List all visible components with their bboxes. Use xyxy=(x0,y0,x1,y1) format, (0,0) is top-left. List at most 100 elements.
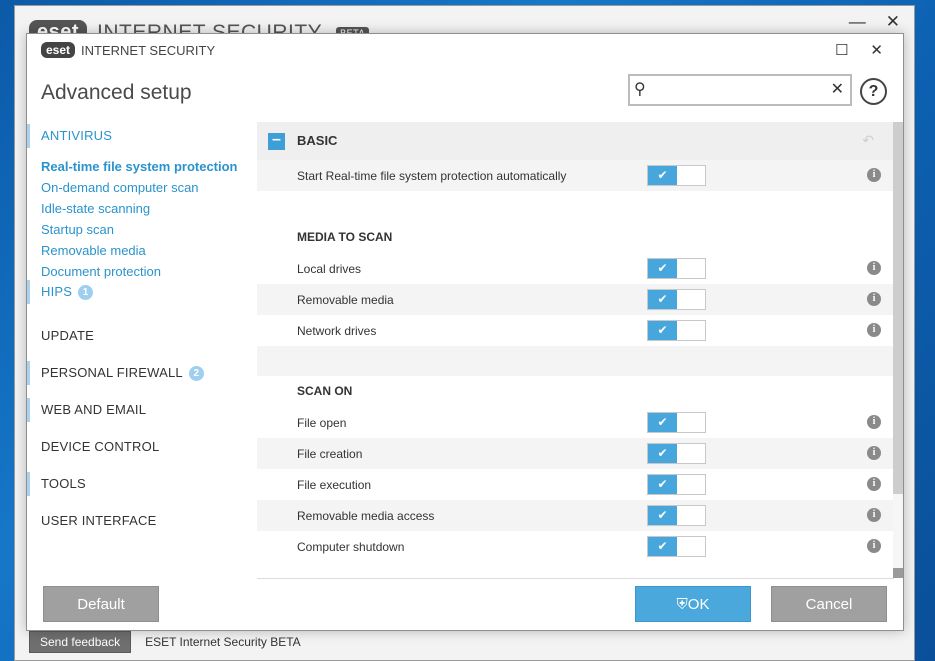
setting-row: File execution ✔ i xyxy=(257,469,894,500)
sidebar-item-user-interface[interactable]: USER INTERFACE xyxy=(27,509,156,533)
subheading-media-to-scan: MEDIA TO SCAN xyxy=(297,230,393,244)
setting-toggle[interactable]: ✔ xyxy=(647,289,706,310)
sidebar-item-label: TOOLS xyxy=(41,476,86,491)
ok-button[interactable]: ⛨OK xyxy=(635,586,751,622)
minimize-icon[interactable]: — xyxy=(849,12,866,32)
dialog-title: INTERNET SECURITY xyxy=(81,42,216,58)
sidebar-item-label: PERSONAL FIREWALL xyxy=(41,365,183,380)
section-header-basic[interactable]: – BASIC ↶ xyxy=(257,122,894,160)
info-icon[interactable]: i xyxy=(867,292,881,306)
setting-label: File execution xyxy=(297,478,372,492)
cancel-button[interactable]: Cancel xyxy=(771,586,887,622)
info-icon[interactable]: i xyxy=(867,508,881,522)
info-icon[interactable]: i xyxy=(867,415,881,429)
sidebar-item-device-control[interactable]: DEVICE CONTROL xyxy=(27,435,159,459)
sidebar-subitem-hips[interactable]: HIPS 1 xyxy=(27,280,94,304)
setting-toggle[interactable]: ✔ xyxy=(647,443,706,464)
info-icon[interactable]: i xyxy=(867,446,881,460)
check-icon: ✔ xyxy=(648,413,677,432)
setting-row: Start Real-time file system protection a… xyxy=(257,160,894,191)
notification-badge: 2 xyxy=(188,366,204,382)
sidebar-item-tools[interactable]: TOOLS xyxy=(27,472,86,496)
content-scrollbar[interactable] xyxy=(893,122,903,578)
check-icon: ✔ xyxy=(648,166,677,185)
sidebar-subitem-idle-state-scanning[interactable]: Idle-state scanning xyxy=(41,199,150,219)
revert-icon[interactable]: ↶ xyxy=(862,132,874,149)
setting-label: File creation xyxy=(297,447,363,461)
check-icon: ✔ xyxy=(648,321,677,340)
check-icon: ✔ xyxy=(648,444,677,463)
setting-toggle[interactable]: ✔ xyxy=(647,474,706,495)
check-icon: ✔ xyxy=(648,290,677,309)
setting-toggle[interactable]: ✔ xyxy=(647,258,706,279)
advanced-setup-dialog: eset INTERNET SECURITY ☐ ✕ Advanced setu… xyxy=(26,33,904,631)
setting-row: Computer shutdown ✔ i xyxy=(257,531,894,562)
setting-row: File creation ✔ i xyxy=(257,438,894,469)
sidebar-item-label: USER INTERFACE xyxy=(41,513,157,528)
sidebar-item-label: WEB AND EMAIL xyxy=(41,402,147,417)
setting-toggle[interactable]: ✔ xyxy=(647,536,706,557)
info-icon[interactable]: i xyxy=(867,168,881,182)
help-icon[interactable]: ? xyxy=(860,78,887,105)
divider xyxy=(257,578,894,579)
scrollbar-thumb[interactable] xyxy=(893,122,903,494)
settings-content: – BASIC ↶ Start Real-time file system pr… xyxy=(257,122,894,578)
sidebar-item-update[interactable]: UPDATE xyxy=(27,324,94,348)
clear-search-icon[interactable]: ✕ xyxy=(831,79,844,99)
check-icon: ✔ xyxy=(648,537,677,556)
check-icon: ✔ xyxy=(648,475,677,494)
background-window-controls: — ✕ xyxy=(849,12,900,32)
subheading-scan-on: SCAN ON xyxy=(297,384,353,398)
setting-label: Start Real-time file system protection a… xyxy=(297,169,567,183)
setting-toggle[interactable]: ✔ xyxy=(647,412,706,433)
close-icon[interactable]: ✕ xyxy=(870,41,883,59)
search-input[interactable] xyxy=(658,79,828,101)
info-icon[interactable]: i xyxy=(867,477,881,491)
sidebar-subitem-realtime-protection[interactable]: Real-time file system protection xyxy=(41,157,238,177)
setting-label: Local drives xyxy=(297,262,362,276)
sidebar-item-web-and-email[interactable]: WEB AND EMAIL xyxy=(27,398,146,422)
scrollbar-end[interactable] xyxy=(893,568,903,578)
dialog-titlebar[interactable]: eset INTERNET SECURITY ☐ ✕ xyxy=(27,34,903,66)
send-feedback-button[interactable]: Send feedback xyxy=(29,631,132,653)
ok-label: OK xyxy=(687,596,710,613)
info-icon[interactable]: i xyxy=(867,539,881,553)
setting-row: Removable media access ✔ i xyxy=(257,500,894,531)
search-box[interactable]: ⚲ ✕ xyxy=(628,74,852,106)
eset-logo: eset xyxy=(41,42,76,58)
info-icon[interactable]: i xyxy=(867,323,881,337)
sidebar-item-label: ANTIVIRUS xyxy=(41,128,113,143)
maximize-icon[interactable]: ☐ xyxy=(835,41,848,59)
info-icon[interactable]: i xyxy=(867,261,881,275)
notification-badge: 1 xyxy=(78,285,94,301)
setting-label: Computer shutdown xyxy=(297,540,405,554)
sidebar-subitem-startup-scan[interactable]: Startup scan xyxy=(41,220,114,240)
section-title: BASIC xyxy=(297,133,338,148)
sidebar-subitem-document-protection[interactable]: Document protection xyxy=(41,262,161,282)
setting-label: Removable media xyxy=(297,293,394,307)
sidebar-item-antivirus[interactable]: ANTIVIRUS xyxy=(27,124,112,148)
footer-product-text: ESET Internet Security BETA xyxy=(145,635,301,649)
setting-toggle[interactable]: ✔ xyxy=(647,320,706,341)
dialog-window-controls: ☐ ✕ xyxy=(835,41,883,59)
setting-toggle[interactable]: ✔ xyxy=(647,165,706,186)
setting-toggle[interactable]: ✔ xyxy=(647,505,706,526)
sidebar-item-label: HIPS xyxy=(41,284,73,299)
sidebar-subitem-on-demand-scan[interactable]: On-demand computer scan xyxy=(41,178,199,198)
check-icon: ✔ xyxy=(648,506,677,525)
setting-row: File open ✔ i xyxy=(257,407,894,438)
setting-label: File open xyxy=(297,416,347,430)
collapse-icon[interactable]: – xyxy=(268,132,285,150)
close-icon[interactable]: ✕ xyxy=(886,12,900,32)
sidebar-subitem-removable-media[interactable]: Removable media xyxy=(41,241,146,261)
spacer-row xyxy=(257,346,894,376)
check-icon: ✔ xyxy=(648,259,677,278)
setting-row: Network drives ✔ i xyxy=(257,315,894,346)
page-title: Advanced setup xyxy=(41,81,192,104)
setting-row: Removable media ✔ i xyxy=(257,284,894,315)
search-icon: ⚲ xyxy=(634,81,646,98)
setting-label: Network drives xyxy=(297,324,377,338)
setting-row: Local drives ✔ i xyxy=(257,253,894,284)
default-button[interactable]: Default xyxy=(43,586,159,622)
sidebar-item-personal-firewall[interactable]: PERSONAL FIREWALL 2 xyxy=(27,361,204,385)
